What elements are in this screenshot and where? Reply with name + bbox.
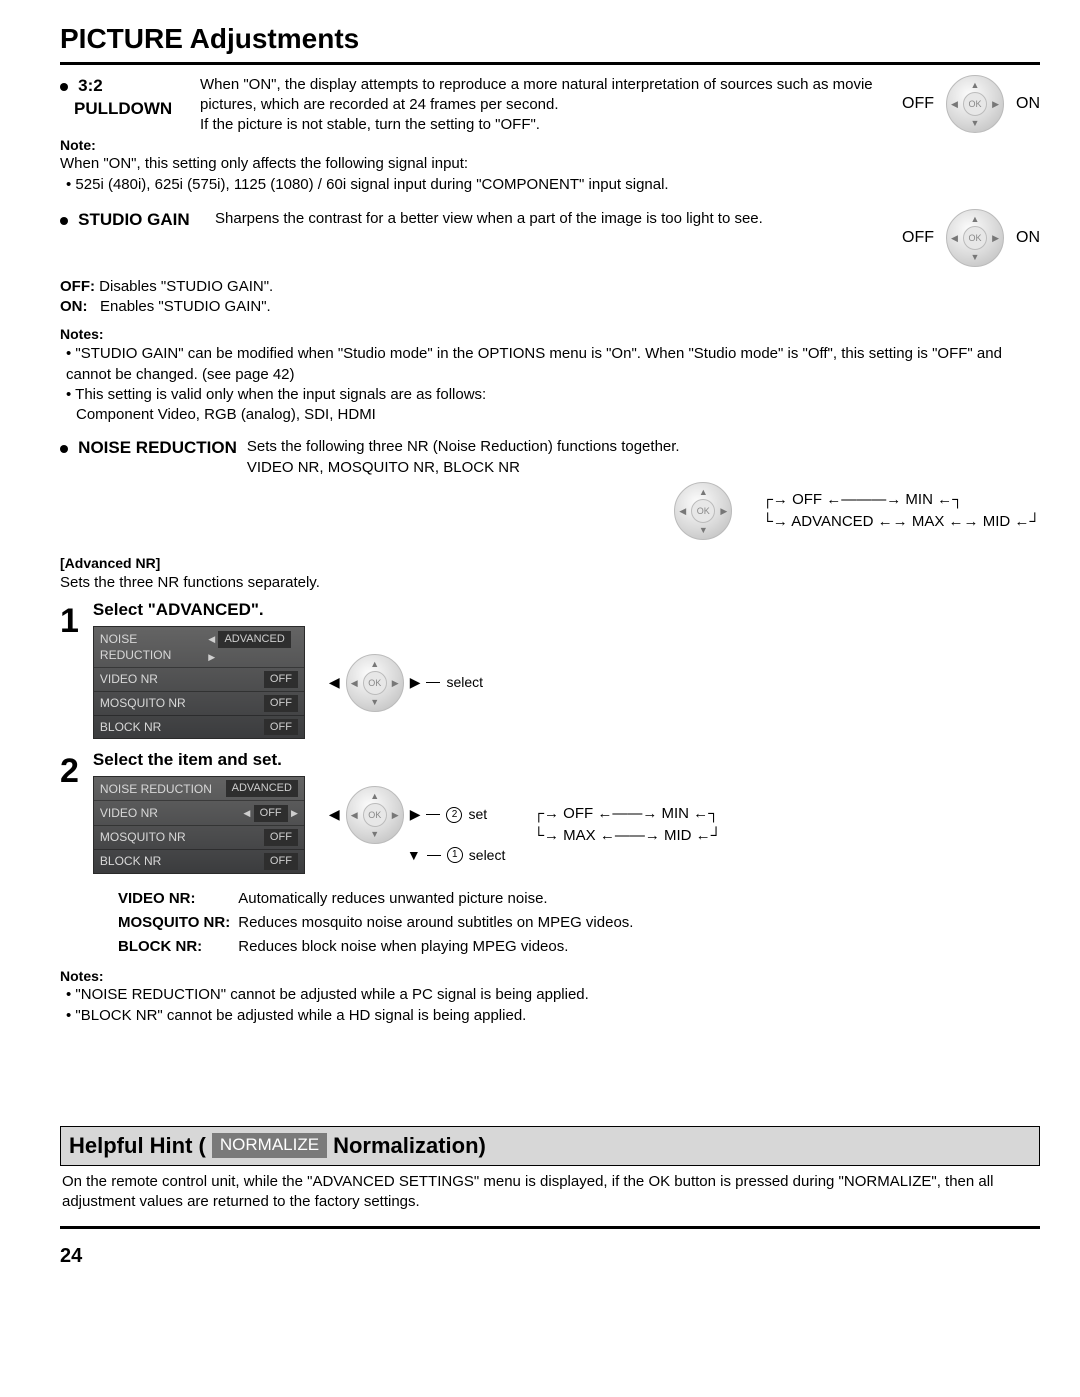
mosquito-nr-desc: Reduces mosquito noise around subtitles … [238, 912, 639, 934]
mosquito-nr-key: MOSQUITO NR: [118, 912, 236, 934]
step-num-2-icon: 2 [446, 807, 462, 823]
studio-off-desc: Disables "STUDIO GAIN". [99, 278, 273, 295]
helpful-hint-box: Helpful Hint ( NORMALIZE Normalization) [60, 1126, 1040, 1166]
select-label-2: select [469, 846, 506, 865]
step-2-title: Select the item and set. [93, 749, 721, 772]
page-number: 24 [60, 1243, 1040, 1270]
set-label: set [468, 805, 487, 824]
hint-title-2: Normalization) [333, 1131, 486, 1161]
normalize-badge: NORMALIZE [212, 1133, 327, 1158]
studio-off-key: OFF: [60, 278, 95, 295]
video-nr-desc: Automatically reduces unwanted picture n… [238, 888, 639, 910]
adv-desc: Sets the three NR functions separately. [60, 573, 1040, 593]
pulldown-note-1: When "ON", this setting only affects the… [60, 154, 1040, 174]
nr-heading: NOISE REDUCTION [78, 438, 237, 457]
studio-note-2: This setting is valid only when the inpu… [75, 386, 486, 403]
pulldown-on-label: ON [1016, 93, 1040, 115]
pulldown-note-2: 525i (480i), 625i (575i), 1125 (1080) / … [75, 176, 668, 193]
bullet-icon [60, 445, 68, 453]
page-title: PICTURE Adjustments [60, 20, 1040, 65]
step-1-number: 1 [60, 599, 79, 645]
dpad-icon: ▲▼◀▶ OK [946, 75, 1004, 133]
studio-body: Sharpens the contrast for a better view … [215, 209, 892, 229]
hint-title-1: Helpful Hint ( [69, 1131, 206, 1161]
dpad-icon: ▲▼◀▶ OK [946, 209, 1004, 267]
dpad-icon: ▲▼◀▶ OK [674, 482, 732, 540]
pulldown-body-2: If the picture is not stable, turn the s… [200, 115, 892, 135]
pulldown-heading-1: 3:2 [78, 76, 103, 95]
osd-menu: NOISE REDUCTIONADVANCED VIDEO NR◀ OFF ▶ … [93, 776, 305, 873]
step-1-title: Select "ADVANCED". [93, 599, 483, 622]
nr-flow: ┌→ OFF ←———→ MIN ←┐ └→ ADVANCED ←→ MAX ←… [746, 490, 1040, 533]
block-nr-key: BLOCK NR: [118, 936, 236, 958]
studio-off-label: OFF [902, 227, 934, 249]
nr-body: Sets the following three NR (Noise Reduc… [247, 437, 1040, 457]
studio-on-key: ON: [60, 298, 88, 315]
pulldown-heading-2: PULLDOWN [74, 99, 172, 118]
studio-on-label: ON [1016, 227, 1040, 249]
studio-heading: STUDIO GAIN [78, 210, 189, 229]
bullet-icon [60, 83, 68, 91]
nr-note-2: "BLOCK NR" cannot be adjusted while a HD… [75, 1007, 526, 1024]
osd-menu: NOISE REDUCTION◀ ADVANCED ▶ VIDEO NROFF … [93, 626, 305, 740]
pulldown-off-label: OFF [902, 93, 934, 115]
nr-sub: VIDEO NR, MOSQUITO NR, BLOCK NR [247, 458, 1040, 478]
video-nr-key: VIDEO NR: [118, 888, 236, 910]
nr-note-1: "NOISE REDUCTION" cannot be adjusted whi… [75, 986, 588, 1003]
select-label: select [446, 673, 483, 692]
step-2-number: 2 [60, 749, 79, 795]
dpad-icon: ▲▼◀▶ OK [346, 786, 404, 844]
adv-heading: [Advanced NR] [60, 554, 1040, 573]
dpad-icon: ▲▼◀▶ OK [346, 654, 404, 712]
nr-notes-heading: Notes: [60, 967, 1040, 986]
hint-body: On the remote control unit, while the "A… [60, 1166, 1040, 1230]
pulldown-body-1: When "ON", the display attempts to repro… [200, 75, 892, 116]
studio-note-3: Component Video, RGB (analog), SDI, HDMI [76, 405, 1040, 425]
step-num-1-icon: 1 [447, 847, 463, 863]
studio-notes-heading: Notes: [60, 325, 1040, 344]
pulldown-note-heading: Note: [60, 136, 1040, 155]
bullet-icon [60, 217, 68, 225]
nr-flow-2: ┌→ OFF ←——→ MIN ←┐ └→ MAX ←——→ MID ←┘ [529, 804, 721, 847]
block-nr-desc: Reduces block noise when playing MPEG vi… [238, 936, 639, 958]
studio-note-1: "STUDIO GAIN" can be modified when "Stud… [66, 345, 1002, 382]
studio-on-desc: Enables "STUDIO GAIN". [100, 298, 271, 315]
